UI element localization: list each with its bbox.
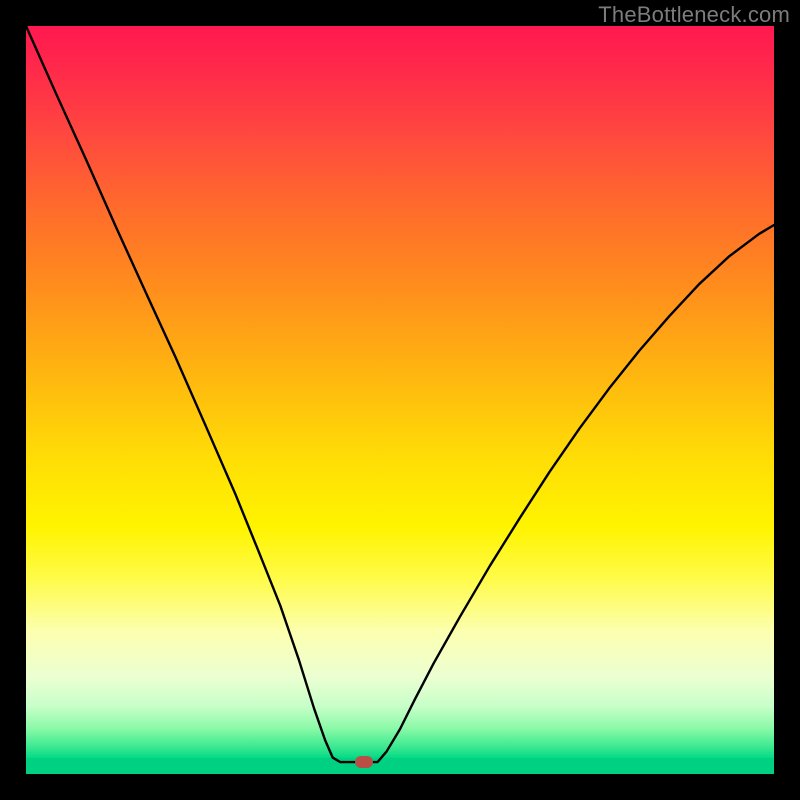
optimum-marker: [355, 756, 373, 768]
watermark-text: TheBottleneck.com: [598, 2, 790, 28]
plot-area: [26, 26, 774, 774]
chart-frame: TheBottleneck.com: [0, 0, 800, 800]
bottleneck-curve: [26, 26, 774, 774]
